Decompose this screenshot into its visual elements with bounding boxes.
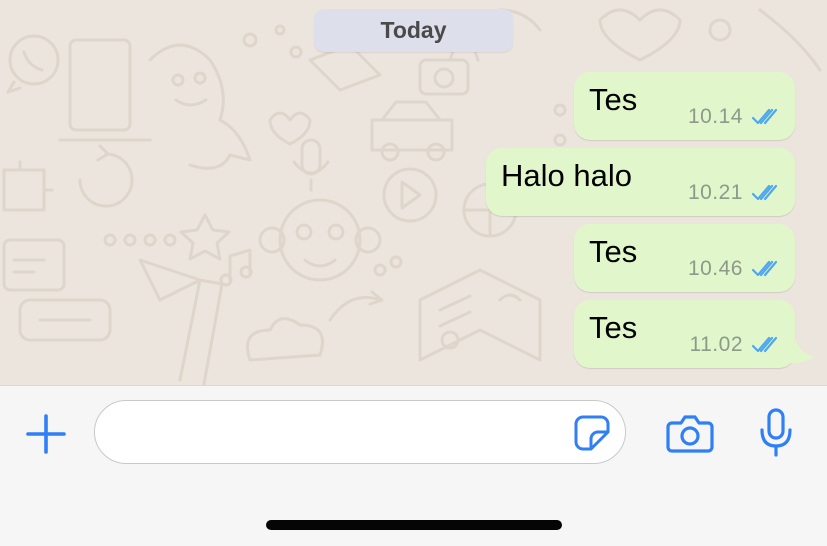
camera-icon[interactable] [666,413,714,453]
outgoing-message-bubble[interactable]: Tes 10.46 [574,224,795,292]
message-text: Tes [589,234,638,269]
message-composer-bar [0,385,827,546]
whatsapp-chat-screen: Today Tes 10.14 Halo halo 10.21 Tes 10.4… [0,0,827,546]
home-indicator [266,520,562,530]
sticker-icon[interactable] [574,415,610,451]
message-text: Tes [589,82,638,117]
message-input[interactable] [94,400,626,464]
outgoing-message-bubble[interactable]: Tes 10.14 [574,72,795,140]
chat-message-area[interactable]: Today Tes 10.14 Halo halo 10.21 Tes 10.4… [0,0,827,385]
read-double-tick-icon [751,184,778,201]
plus-icon[interactable] [24,412,68,456]
message-timestamp: 10.14 [687,105,743,128]
bubble-tail [789,339,815,363]
outgoing-message-bubble[interactable]: Halo halo 10.21 [486,148,795,216]
read-double-tick-icon [751,108,778,125]
microphone-icon[interactable] [757,408,795,458]
outgoing-message-bubble[interactable]: Tes 11.02 [574,300,795,368]
message-timestamp: 10.46 [687,257,743,280]
message-timestamp: 10.21 [687,181,743,204]
read-double-tick-icon [751,336,778,353]
message-timestamp: 11.02 [689,333,743,356]
read-double-tick-icon [751,260,778,277]
message-text: Halo halo [501,158,632,193]
date-separator: Today [314,9,513,52]
message-text: Tes [589,310,638,345]
